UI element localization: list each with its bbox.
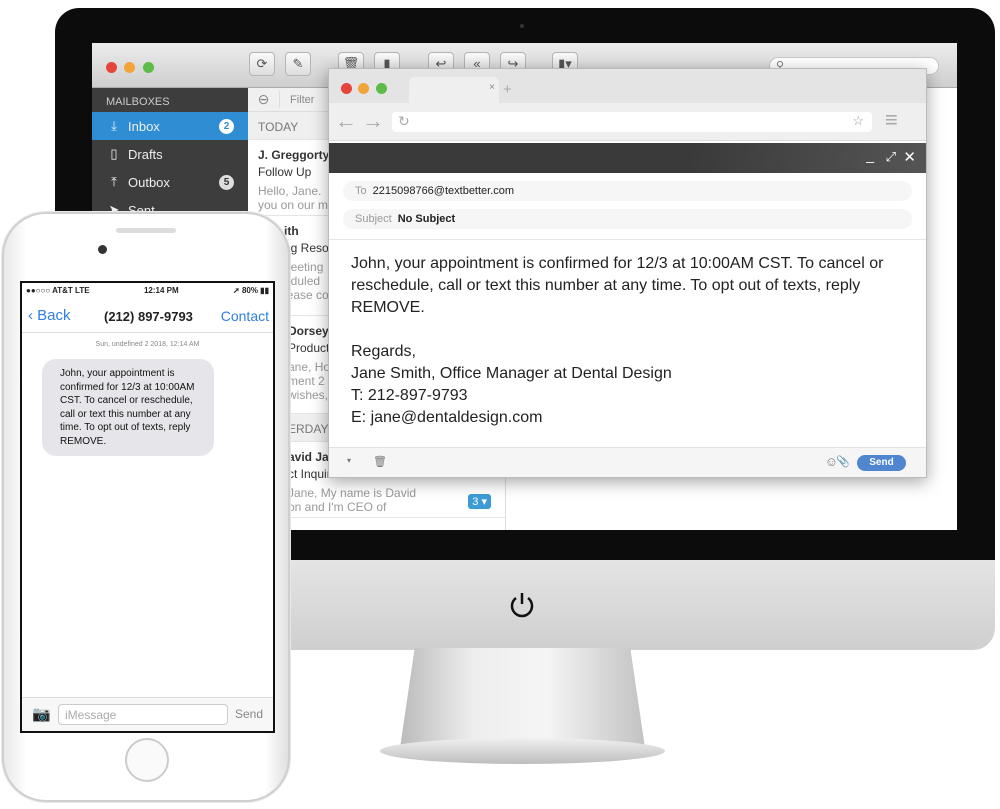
imessage-input[interactable]: iMessage bbox=[58, 704, 228, 725]
inbox-icon: ⤓ bbox=[111, 118, 117, 133]
reload-icon[interactable]: ↻ bbox=[398, 113, 410, 130]
body-text: T: 212-897-9793 bbox=[351, 387, 468, 404]
imac-base bbox=[380, 738, 665, 764]
minimize-icon[interactable] bbox=[358, 83, 370, 94]
phone-screen: ●●○○○ AT&T LTE 12:14 PM ➚ 80% ▮▮ ‹ Back (2… bbox=[20, 281, 275, 733]
body-text: Regards, bbox=[351, 343, 416, 360]
trash-icon[interactable]: 🗑 bbox=[373, 455, 387, 468]
browser-tab[interactable]: × bbox=[409, 77, 499, 103]
filter-input[interactable]: Filter bbox=[280, 94, 314, 106]
document-icon: ▯ bbox=[110, 146, 118, 161]
close-icon[interactable] bbox=[106, 62, 117, 73]
expand-icon[interactable]: ⤢ bbox=[886, 149, 896, 165]
battery: ➚ 80% ▮▮ bbox=[233, 286, 269, 295]
address-bar-row: ← → ↻ ☆ ≡ bbox=[329, 103, 926, 141]
sidebar-item-label: Drafts bbox=[128, 146, 163, 162]
body-text: John, your appointment is confirmed for … bbox=[351, 255, 884, 316]
conversation-title: (212) 897-9793 bbox=[104, 309, 193, 324]
power-icon bbox=[510, 593, 534, 618]
to-field[interactable]: To 2215098766@textbetter.com bbox=[343, 181, 912, 201]
preview: on and I'm CEO of bbox=[288, 500, 387, 514]
zoom-icon[interactable] bbox=[142, 62, 154, 73]
compose-footer: ▾ 🗑 ☺ 📎 Send bbox=[329, 447, 926, 477]
body-text: Jane Smith, Office Manager at Dental Des… bbox=[351, 365, 672, 382]
sidebar-item-outbox[interactable]: ⤒ Outbox 5 bbox=[92, 168, 248, 196]
message-timestamp: Sun, undefined 2 2018, 12:14 AM bbox=[95, 341, 200, 348]
attach-icon[interactable]: 📎 bbox=[836, 455, 850, 468]
new-tab-icon[interactable]: + bbox=[503, 81, 512, 98]
thread-count-badge[interactable]: 3 ▾ bbox=[468, 494, 491, 509]
back-circle-icon[interactable]: ⊖ bbox=[248, 91, 280, 108]
status-bar: ●●○○○ AT&T LTE 12:14 PM ➚ 80% ▮▮ bbox=[22, 283, 273, 299]
camera-icon bbox=[520, 24, 524, 28]
forward-arrow-icon[interactable]: → bbox=[362, 108, 384, 134]
back-arrow-icon[interactable]: ← bbox=[335, 108, 357, 134]
window-controls bbox=[106, 60, 154, 78]
sidebar-header: MAILBOXES bbox=[106, 96, 170, 108]
star-icon[interactable]: ☆ bbox=[852, 113, 864, 129]
send-button[interactable]: Send bbox=[235, 707, 263, 721]
message-bubble: John, your appointment is confirmed for … bbox=[42, 359, 214, 456]
sidebar-item-inbox[interactable]: ⤓ Inbox 2 bbox=[92, 112, 248, 140]
clock: 12:14 PM bbox=[143, 286, 179, 295]
sidebar-item-label: Outbox bbox=[128, 174, 170, 190]
subject-value: No Subject bbox=[397, 213, 456, 225]
to-label: To bbox=[355, 185, 367, 197]
subject-label: Subject bbox=[355, 213, 392, 225]
browser-window: × + ← → ↻ ☆ ≡ _ ⤢ ✕ To 2215098766@textbett… bbox=[328, 68, 927, 478]
to-value: 2215098766@textbetter.com bbox=[372, 185, 515, 197]
outbox-icon: ⤒ bbox=[111, 174, 117, 189]
send-button[interactable]: Send bbox=[857, 455, 906, 471]
close-tab-icon[interactable]: × bbox=[489, 82, 495, 93]
menu-icon[interactable]: ≡ bbox=[885, 107, 898, 133]
body-text: E: jane@dentaldesign.com bbox=[351, 409, 543, 426]
sidebar-item-label: Inbox bbox=[128, 118, 160, 134]
camera-icon bbox=[98, 245, 107, 254]
compose-header: _ ⤢ ✕ bbox=[329, 143, 926, 173]
unread-badge: 2 bbox=[219, 119, 234, 134]
back-button[interactable]: ‹ Back bbox=[28, 307, 71, 324]
count-badge: 5 bbox=[219, 175, 234, 190]
more-options-icon[interactable]: ▾ bbox=[347, 456, 351, 465]
minimize-icon[interactable]: _ bbox=[866, 147, 874, 163]
close-icon[interactable] bbox=[341, 83, 352, 94]
close-icon[interactable]: ✕ bbox=[903, 148, 916, 166]
contact-button[interactable]: Contact bbox=[221, 308, 269, 324]
iphone: ●●○○○ AT&T LTE 12:14 PM ➚ 80% ▮▮ ‹ Back (2… bbox=[2, 212, 290, 802]
carrier: ●●○○○ AT&T LTE bbox=[26, 286, 90, 295]
url-input[interactable]: ↻ ☆ bbox=[392, 112, 872, 132]
minimize-icon[interactable] bbox=[124, 62, 136, 73]
preview: Jane, My name is David bbox=[288, 486, 417, 500]
message-input-bar: 📷 iMessage Send bbox=[22, 697, 273, 731]
tab-bar: × + bbox=[329, 69, 926, 103]
nav-bar: ‹ Back (212) 897-9793 Contact bbox=[22, 299, 273, 333]
zoom-icon[interactable] bbox=[375, 83, 387, 94]
imac-stand bbox=[400, 648, 645, 748]
speaker bbox=[116, 228, 176, 233]
camera-icon[interactable]: 📷 bbox=[32, 705, 51, 723]
window-controls bbox=[341, 81, 387, 99]
message-body[interactable]: John, your appointment is confirmed for … bbox=[329, 239, 926, 445]
subject-field[interactable]: Subject No Subject bbox=[343, 209, 912, 229]
home-button[interactable] bbox=[125, 738, 169, 782]
refresh-icon[interactable]: ⟳ bbox=[249, 52, 275, 76]
sidebar-item-drafts[interactable]: ▯ Drafts bbox=[92, 140, 248, 168]
compose-icon[interactable]: ✎ bbox=[285, 52, 311, 76]
